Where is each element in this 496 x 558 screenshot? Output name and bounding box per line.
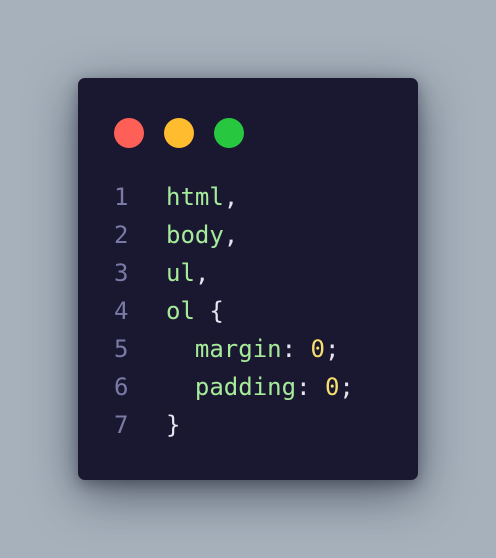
line-number: 1 [114, 183, 129, 211]
close-dot[interactable] [114, 118, 144, 148]
punctuation-token: : [296, 373, 325, 401]
line-content: body, [166, 216, 238, 254]
line-content: margin: 0; [166, 330, 340, 368]
value-token: 0 [310, 335, 325, 363]
punctuation-token: , [194, 259, 210, 287]
line-content: html, [166, 178, 238, 216]
code-line: 6 padding: 0; [114, 368, 354, 406]
line-number: 6 [114, 373, 129, 401]
code-line: 2 body, [114, 216, 354, 254]
line-number: 7 [114, 411, 129, 439]
window-controls [114, 118, 244, 148]
punctuation-token: { [194, 297, 224, 325]
punctuation-token: : [281, 335, 311, 363]
line-number: 5 [114, 335, 129, 363]
line-number: 4 [114, 297, 129, 325]
code-window: 1 html, 2 body, 3 ul, 4 ol {5 margin: 0; 6 paddi… [78, 78, 418, 480]
punctuation-token: } [166, 411, 181, 439]
code-line: 1 html, [114, 178, 354, 216]
punctuation-token: ; [324, 335, 340, 363]
code-line: 4 ol { [114, 292, 354, 330]
line-content: } [166, 406, 180, 444]
line-content: ol { [166, 292, 224, 330]
property-token: padding [194, 373, 297, 401]
line-number: 2 [114, 221, 129, 249]
punctuation-token: ; [339, 373, 354, 401]
line-content: padding: 0; [166, 368, 354, 406]
property-token: margin [194, 335, 282, 363]
value-token: 0 [324, 373, 340, 401]
code-line: 5 margin: 0; [114, 330, 354, 368]
line-content: ul, [166, 254, 209, 292]
maximize-dot[interactable] [214, 118, 244, 148]
code-line: 7} [114, 406, 354, 444]
selector-token: body [166, 221, 224, 249]
code-line: 3 ul, [114, 254, 354, 292]
punctuation-token: , [223, 221, 239, 249]
selector-token: html [166, 183, 224, 211]
selector-token: ul [166, 259, 195, 287]
code-block: 1 html, 2 body, 3 ul, 4 ol {5 margin: 0; 6 paddi… [114, 178, 354, 444]
punctuation-token: , [223, 183, 239, 211]
selector-token: ol [166, 297, 195, 325]
line-number: 3 [114, 259, 129, 287]
minimize-dot[interactable] [164, 118, 194, 148]
